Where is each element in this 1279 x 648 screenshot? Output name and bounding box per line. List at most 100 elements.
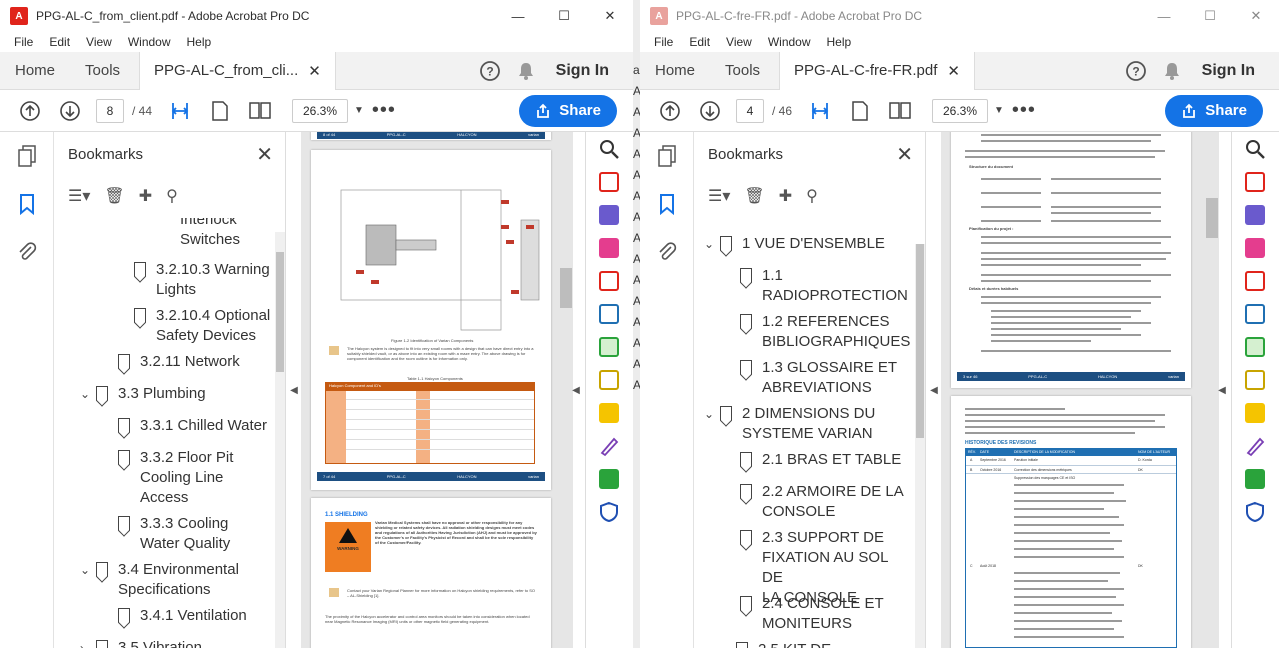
bookmark-item[interactable]: 3.4.1 Ventilation (118, 606, 247, 626)
page-thumbnails-icon[interactable] (640, 132, 694, 180)
chevron-down-icon[interactable]: ⌄ (704, 234, 720, 254)
find-bookmark-icon[interactable]: ⚲ (806, 186, 818, 206)
panel-collapse-handle[interactable]: ◀ (927, 132, 941, 648)
close-tab-icon[interactable]: ✕ (308, 62, 321, 80)
protect-icon[interactable] (1232, 495, 1278, 528)
compress-pdf-icon[interactable] (1232, 330, 1278, 363)
bookmark-item[interactable]: 2.4 CONSOLE ET MONITEURS (740, 594, 884, 634)
menu-edit[interactable]: Edit (681, 35, 718, 49)
sign-in-button[interactable]: Sign In (544, 62, 633, 80)
combine-files-icon[interactable] (1232, 198, 1278, 231)
page-number-input[interactable]: 4 (736, 98, 764, 123)
organize-pages-icon[interactable] (586, 264, 632, 297)
organize-pages-icon[interactable] (1232, 264, 1278, 297)
bookmark-item[interactable]: 2.1 BRAS ET TABLE (740, 450, 901, 470)
tools-pane-collapse-handle[interactable]: ◀ (1215, 132, 1229, 648)
tab-document[interactable]: PPG-AL-C-fre-FR.pdf ✕ (779, 51, 975, 90)
fill-sign-icon[interactable] (1232, 429, 1278, 462)
bookmark-item[interactable]: Interlock Switches (158, 218, 240, 250)
scan-ocr-icon[interactable] (586, 363, 632, 396)
new-bookmark-icon[interactable]: ✚ (139, 186, 152, 206)
bookmark-item[interactable]: 3.2.10.4 Optional Safety Devices (134, 306, 270, 346)
menu-help[interactable]: Help (819, 35, 860, 49)
maximize-button[interactable]: ☐ (1187, 0, 1233, 32)
zoom-level-dropdown[interactable]: 26.3% (292, 98, 349, 123)
bookmark-item[interactable]: 2.2 ARMOIRE DE LA CONSOLE (740, 482, 904, 522)
scrollbar-thumb[interactable] (916, 244, 924, 438)
comment-icon[interactable] (1232, 396, 1278, 429)
bookmark-item[interactable]: 1.3 GLOSSAIRE ET ABREVIATIONS (740, 358, 897, 398)
fill-sign-icon[interactable] (586, 429, 632, 462)
zoom-chevron-down-icon[interactable]: ▼ (354, 105, 364, 116)
bookmarks-panel-icon[interactable] (0, 180, 54, 228)
tab-home[interactable]: Home (0, 52, 70, 90)
zoom-level-dropdown[interactable]: 26.3% (932, 98, 989, 123)
previous-page-icon[interactable] (650, 91, 690, 131)
page-number-input[interactable]: 8 (96, 98, 124, 123)
bookmark-item[interactable]: 3.3.3 Cooling Water Quality (118, 514, 230, 554)
more-tools-icon[interactable]: ••• (364, 91, 404, 131)
bookmark-item[interactable]: 3.2.10.3 Warning Lights (134, 260, 270, 300)
menu-file[interactable]: File (6, 35, 41, 49)
scrollbar-thumb[interactable] (276, 252, 284, 372)
tab-tools[interactable]: Tools (710, 52, 775, 90)
previous-page-icon[interactable] (10, 91, 50, 131)
close-bookmarks-icon[interactable]: ✕ (896, 142, 913, 167)
close-window-button[interactable]: ✕ (1233, 0, 1279, 32)
bookmarks-panel-icon[interactable] (640, 180, 694, 228)
delete-bookmark-icon[interactable]: 🗑 (744, 186, 764, 206)
bookmark-options-icon[interactable]: ☰▾ (68, 186, 90, 206)
single-page-view-icon[interactable] (200, 91, 240, 131)
two-page-view-icon[interactable] (880, 91, 920, 131)
menu-window[interactable]: Window (120, 35, 179, 49)
menu-window[interactable]: Window (760, 35, 819, 49)
bookmark-item[interactable]: ⌄ 3.4 Environmental Specifications (80, 560, 239, 600)
next-page-icon[interactable] (50, 91, 90, 131)
attachments-icon[interactable] (640, 228, 694, 276)
document-view[interactable]: Structure du document Planification du p… (941, 132, 1219, 648)
delete-bookmark-icon[interactable]: 🗑 (104, 186, 124, 206)
bookmark-item[interactable]: 1.1 RADIOPROTECTION (740, 266, 908, 306)
bookmark-options-icon[interactable]: ☰▾ (708, 186, 730, 206)
bookmark-item[interactable]: 3.2.11 Network (118, 352, 240, 372)
zoom-chevron-down-icon[interactable]: ▼ (994, 105, 1004, 116)
help-icon[interactable]: ? (472, 53, 508, 89)
sign-in-button[interactable]: Sign In (1190, 62, 1279, 80)
export-pdf-icon[interactable] (586, 297, 632, 330)
edit-pdf-icon[interactable] (1232, 231, 1278, 264)
combine-files-icon[interactable] (586, 198, 632, 231)
find-bookmark-icon[interactable]: ⚲ (166, 186, 178, 206)
bookmarks-scrollbar[interactable] (275, 232, 285, 648)
share-button[interactable]: Share (1165, 94, 1263, 127)
close-tab-icon[interactable]: ✕ (947, 62, 960, 80)
chevron-down-icon[interactable]: ⌄ (704, 404, 720, 444)
menu-file[interactable]: File (646, 35, 681, 49)
fit-width-icon[interactable] (800, 91, 840, 131)
create-pdf-icon[interactable] (1232, 165, 1278, 198)
bookmark-item[interactable]: ⌄ 1 VUE D'ENSEMBLE (704, 234, 885, 254)
menu-edit[interactable]: Edit (41, 35, 78, 49)
fit-width-icon[interactable] (160, 91, 200, 131)
panel-collapse-handle[interactable]: ◀ (287, 132, 301, 648)
menu-view[interactable]: View (718, 35, 760, 49)
bookmark-item[interactable]: ⌄2.5 KIT DE (720, 640, 831, 648)
chevron-down-icon[interactable]: ⌄ (720, 640, 736, 648)
print-production-icon[interactable] (1232, 462, 1278, 495)
more-tools-icon[interactable]: ••• (1004, 91, 1044, 131)
next-page-icon[interactable] (690, 91, 730, 131)
bookmark-item[interactable]: 3.3.2 Floor Pit Cooling Line Access (118, 448, 233, 508)
chevron-down-icon[interactable]: ⌄ (80, 384, 96, 404)
bookmark-item[interactable]: ⌄ 3.3 Plumbing (80, 384, 206, 404)
help-icon[interactable]: ? (1118, 53, 1154, 89)
chevron-right-icon[interactable]: › (80, 638, 96, 648)
compress-pdf-icon[interactable] (586, 330, 632, 363)
close-bookmarks-icon[interactable]: ✕ (256, 142, 273, 167)
share-button[interactable]: Share (519, 94, 617, 127)
bookmark-item[interactable]: 1.2 REFERENCES BIBLIOGRAPHIQUES (740, 312, 910, 352)
bookmark-item[interactable]: › 3.5 Vibration (80, 638, 202, 648)
tab-home[interactable]: Home (640, 52, 710, 90)
scan-ocr-icon[interactable] (1232, 363, 1278, 396)
protect-icon[interactable] (586, 495, 632, 528)
bookmark-item[interactable]: 3.3.1 Chilled Water (118, 416, 267, 436)
notification-bell-icon[interactable] (1154, 53, 1190, 89)
